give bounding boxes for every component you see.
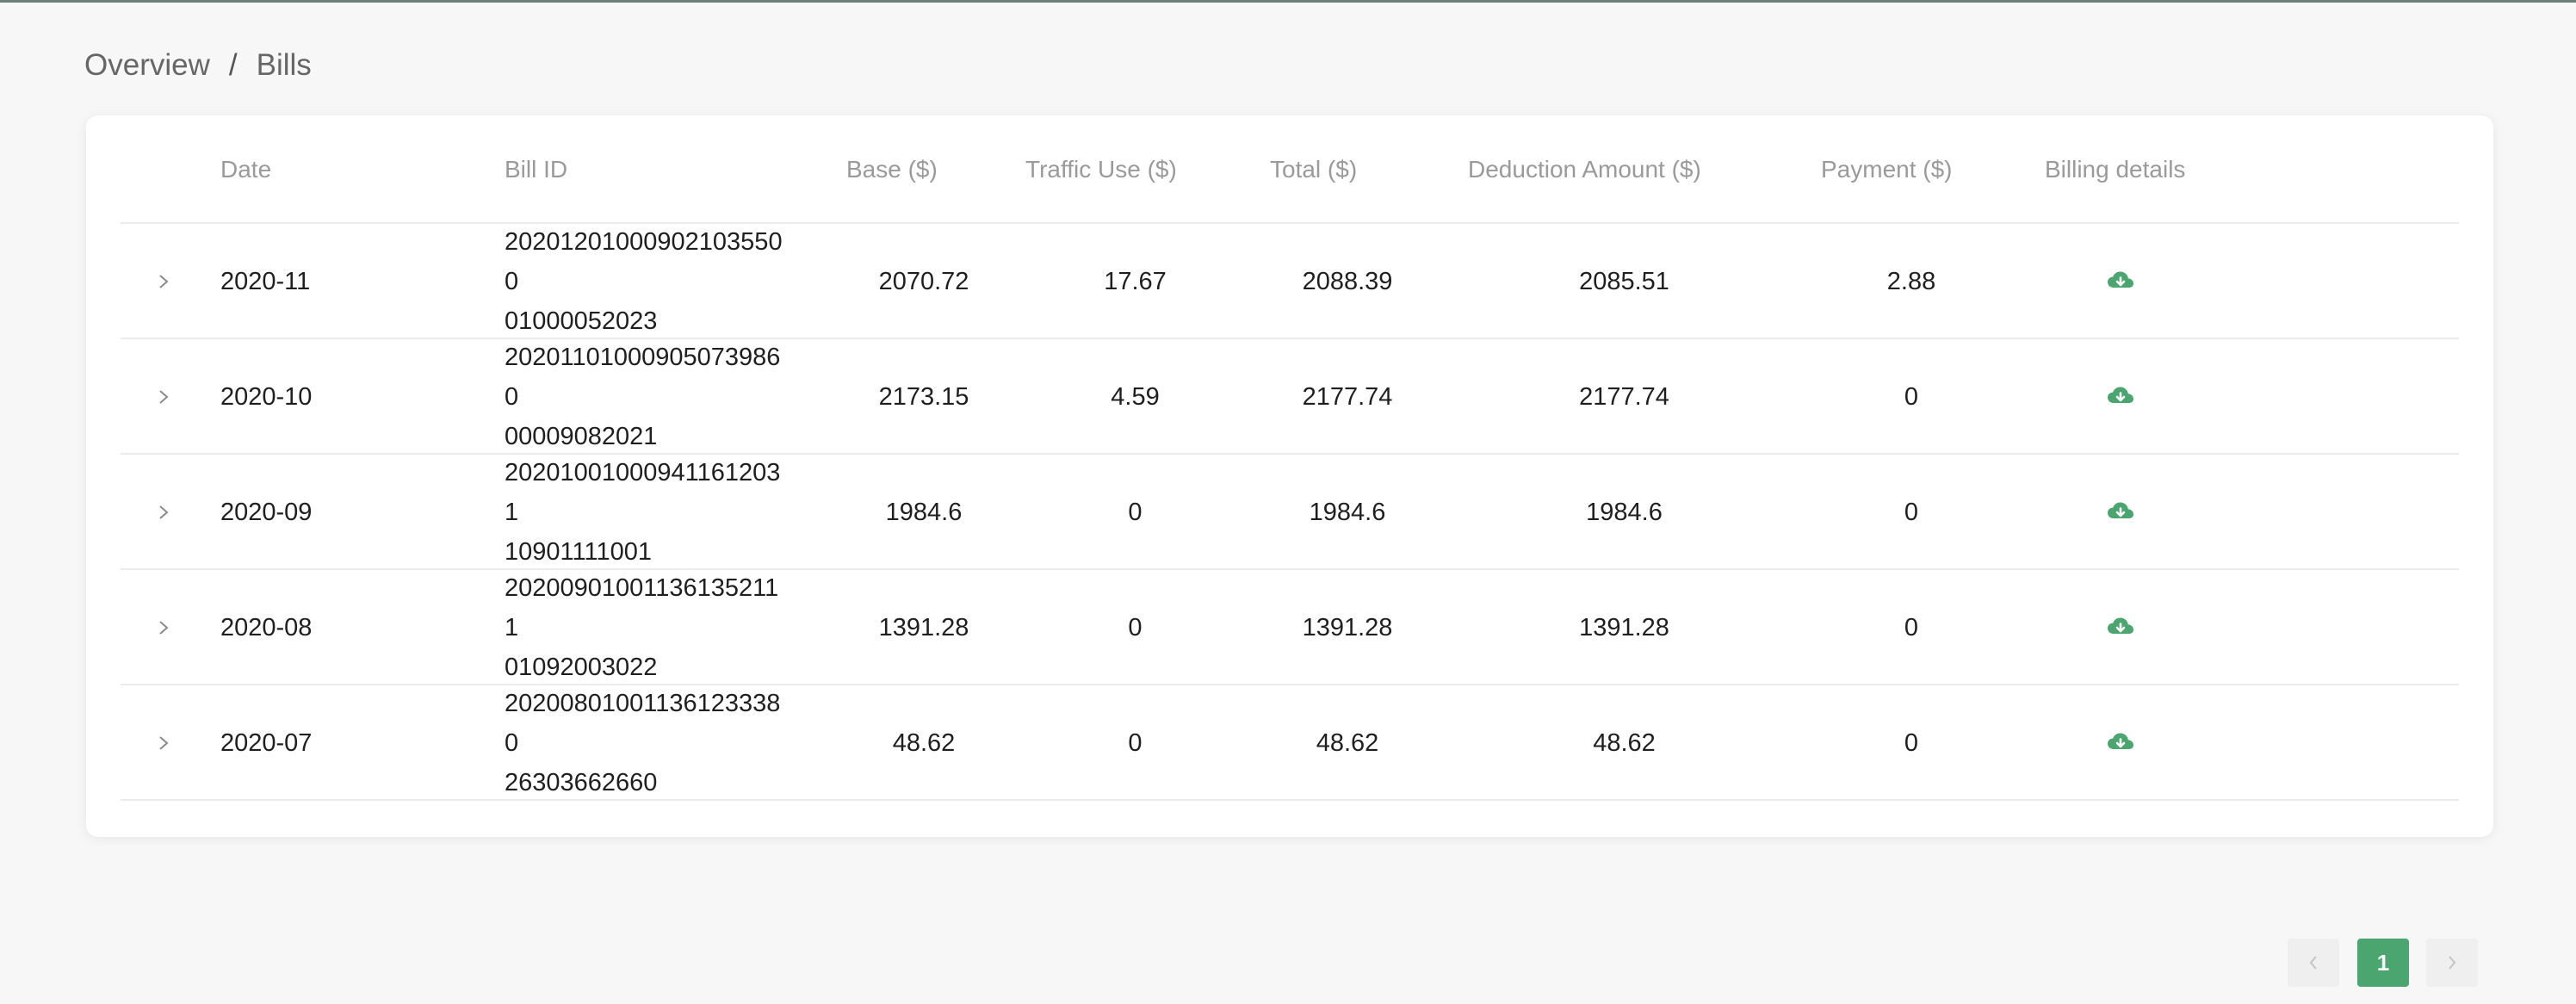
prev-page-button[interactable] — [2288, 939, 2339, 987]
chevron-right-icon — [159, 736, 169, 750]
col-billing-details: Billing details — [2045, 156, 2186, 183]
cell-payment: 0 — [1904, 382, 1919, 411]
cell-traffic-use: 17.67 — [1104, 267, 1167, 295]
cell-deduction-amount: 2177.74 — [1579, 382, 1669, 411]
col-deduction-amount: Deduction Amount ($) — [1468, 156, 1701, 183]
bill-id-line-1: 202012010009021035500 — [505, 228, 783, 295]
breadcrumb-bills: Bills — [256, 48, 312, 82]
cell-bill-id: 202010010009411612031 10901111001 — [505, 455, 789, 570]
cell-date: 2020-11 — [220, 267, 311, 295]
top-border — [0, 0, 2576, 3]
col-base: Base ($) — [846, 156, 938, 183]
breadcrumb-separator: / — [228, 48, 238, 82]
cell-traffic-use: 0 — [1128, 613, 1142, 641]
download-bill-button[interactable] — [2045, 224, 2195, 339]
cell-payment: 0 — [1904, 728, 1919, 757]
cell-base: 48.62 — [892, 728, 956, 757]
table-row: 2020-09 202010010009411612031 10901111001 1… — [121, 455, 2459, 570]
bill-id-line-1: 202009010011361352111 — [505, 574, 779, 641]
col-bill-id: Bill ID — [505, 156, 568, 183]
breadcrumb: Overview / Bills — [84, 48, 312, 83]
bills-table: Date Bill ID Base ($) Traffic Use ($) To… — [121, 115, 2459, 801]
cell-payment: 0 — [1904, 498, 1919, 526]
cell-bill-id: 202012010009021035500 01000052023 — [505, 224, 789, 339]
cell-deduction-amount: 1984.6 — [1586, 498, 1663, 526]
cell-traffic-use: 0 — [1128, 498, 1142, 526]
cell-total: 1391.28 — [1302, 613, 1393, 641]
chevron-right-icon — [159, 275, 169, 288]
bill-id-line-2: 01000052023 — [505, 307, 658, 335]
cloud-download-icon — [2107, 387, 2133, 403]
table-header: Date Bill ID Base ($) Traffic Use ($) To… — [121, 115, 2459, 224]
bill-id-line-2: 01092003022 — [505, 654, 658, 681]
cell-total: 2088.39 — [1302, 267, 1393, 295]
cell-total: 1984.6 — [1309, 498, 1386, 526]
col-total: Total ($) — [1270, 156, 1358, 183]
cloud-download-icon — [2107, 733, 2133, 749]
chevron-right-icon — [2449, 956, 2456, 970]
table-row: 2020-10 202011010009050739860 00009082021 2… — [121, 339, 2459, 455]
cell-date: 2020-10 — [220, 382, 313, 411]
expand-row-button[interactable] — [138, 685, 189, 801]
cell-base: 1391.28 — [878, 613, 969, 641]
cell-base: 2070.72 — [878, 267, 969, 295]
cell-traffic-use: 0 — [1128, 728, 1142, 757]
cell-date: 2020-08 — [220, 613, 313, 641]
cell-bill-id: 202008010011361233380 26303662660 — [505, 685, 789, 801]
expand-row-button[interactable] — [138, 339, 189, 455]
bill-id-line-2: 00009082021 — [505, 423, 658, 450]
cell-payment: 0 — [1904, 613, 1919, 641]
cloud-download-icon — [2107, 617, 2133, 634]
breadcrumb-overview[interactable]: Overview — [84, 48, 210, 83]
cell-date: 2020-07 — [220, 728, 313, 757]
expand-row-button[interactable] — [138, 455, 189, 570]
cell-base: 1984.6 — [885, 498, 963, 526]
cell-deduction-amount: 2085.51 — [1579, 267, 1669, 295]
chevron-right-icon — [159, 621, 169, 635]
table-row: 2020-11 202012010009021035500 01000052023 2… — [121, 224, 2459, 339]
expand-row-button[interactable] — [138, 224, 189, 339]
bill-id-line-2: 26303662660 — [505, 769, 658, 796]
chevron-left-icon — [2309, 956, 2317, 970]
col-traffic-use: Traffic Use ($) — [1025, 156, 1177, 183]
cell-traffic-use: 4.59 — [1111, 382, 1160, 411]
cell-deduction-amount: 1391.28 — [1579, 613, 1669, 641]
cell-deduction-amount: 48.62 — [1593, 728, 1656, 757]
cell-total: 48.62 — [1316, 728, 1379, 757]
chevron-right-icon — [159, 505, 169, 519]
expand-row-button[interactable] — [138, 570, 189, 685]
bill-id-line-1: 202008010011361233380 — [505, 690, 781, 757]
cloud-download-icon — [2107, 502, 2133, 518]
cell-date: 2020-09 — [220, 498, 313, 526]
bill-id-line-1: 202010010009411612031 — [505, 459, 781, 526]
chevron-right-icon — [159, 390, 169, 404]
download-bill-button[interactable] — [2045, 685, 2195, 801]
cell-payment: 2.88 — [1886, 267, 1936, 295]
table-row: 2020-08 202009010011361352111 01092003022 1… — [121, 570, 2459, 685]
cell-total: 2177.74 — [1302, 382, 1393, 411]
bill-id-line-2: 10901111001 — [505, 538, 652, 566]
col-payment: Payment ($) — [1821, 156, 1953, 183]
cell-base: 2173.15 — [878, 382, 969, 411]
download-bill-button[interactable] — [2045, 455, 2195, 570]
next-page-button[interactable] — [2426, 939, 2478, 987]
table-row: 2020-07 202008010011361233380 26303662660 4… — [121, 685, 2459, 801]
col-date: Date — [220, 156, 272, 183]
cell-bill-id: 202011010009050739860 00009082021 — [505, 339, 789, 455]
cell-bill-id: 202009010011361352111 01092003022 — [505, 570, 789, 685]
download-bill-button[interactable] — [2045, 339, 2195, 455]
page-1-button[interactable]: 1 — [2357, 939, 2409, 987]
bills-card: Date Bill ID Base ($) Traffic Use ($) To… — [86, 115, 2493, 837]
bill-id-line-1: 202011010009050739860 — [505, 344, 781, 411]
cloud-download-icon — [2107, 271, 2133, 288]
download-bill-button[interactable] — [2045, 570, 2195, 685]
